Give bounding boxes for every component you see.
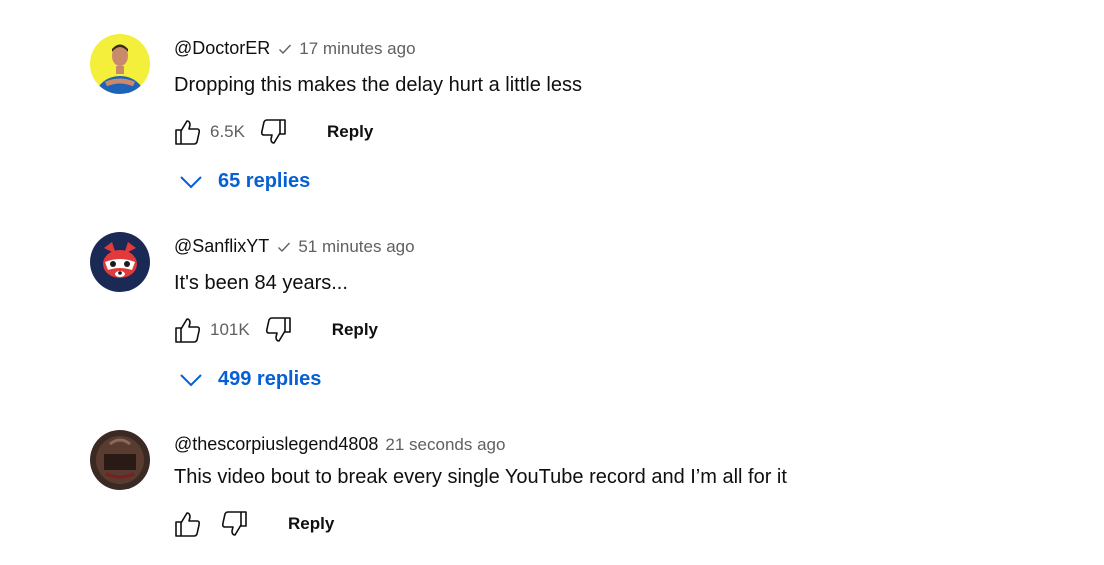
author-name[interactable]: @SanflixYT bbox=[174, 236, 269, 257]
comment-actions: 6.5K Reply bbox=[172, 117, 373, 147]
replies-count: 65 replies bbox=[218, 170, 311, 192]
reply-button[interactable]: Reply bbox=[332, 320, 378, 340]
comment-timestamp[interactable]: 17 minutes ago bbox=[299, 39, 415, 59]
reply-button[interactable]: Reply bbox=[327, 122, 373, 142]
replies-count: 499 replies bbox=[218, 368, 322, 390]
dislike-icon[interactable] bbox=[220, 509, 250, 539]
dislike-icon[interactable] bbox=[259, 117, 289, 147]
comment-timestamp[interactable]: 21 seconds ago bbox=[385, 435, 505, 455]
avatar[interactable] bbox=[90, 430, 150, 490]
comment-text: It's been 84 years... bbox=[174, 272, 348, 294]
dislike-icon[interactable] bbox=[264, 315, 294, 345]
comment-text: Dropping this makes the delay hurt a lit… bbox=[174, 74, 582, 96]
comment-text: This video bout to break every single Yo… bbox=[174, 466, 787, 488]
comment-actions: 101K Reply bbox=[172, 315, 378, 345]
like-count: 6.5K bbox=[210, 122, 245, 141]
verified-check-icon bbox=[277, 240, 291, 254]
reply-button[interactable]: Reply bbox=[288, 514, 334, 534]
like-icon[interactable] bbox=[172, 117, 202, 147]
like-count: 101K bbox=[210, 320, 250, 339]
like-icon[interactable] bbox=[172, 509, 202, 539]
verified-check-icon bbox=[278, 42, 292, 56]
author-name[interactable]: @thescorpiuslegend4808 bbox=[174, 434, 378, 455]
comment-actions: Reply bbox=[172, 509, 334, 539]
comment-timestamp[interactable]: 51 minutes ago bbox=[298, 237, 414, 257]
avatar[interactable] bbox=[90, 34, 150, 94]
author-name[interactable]: @DoctorER bbox=[174, 38, 270, 59]
avatar[interactable] bbox=[90, 232, 150, 292]
chevron-down-icon bbox=[180, 373, 202, 386]
like-icon[interactable] bbox=[172, 315, 202, 345]
view-replies-button[interactable]: 65 replies bbox=[174, 170, 310, 193]
view-replies-button[interactable]: 499 replies bbox=[174, 368, 321, 391]
chevron-down-icon bbox=[180, 175, 202, 188]
